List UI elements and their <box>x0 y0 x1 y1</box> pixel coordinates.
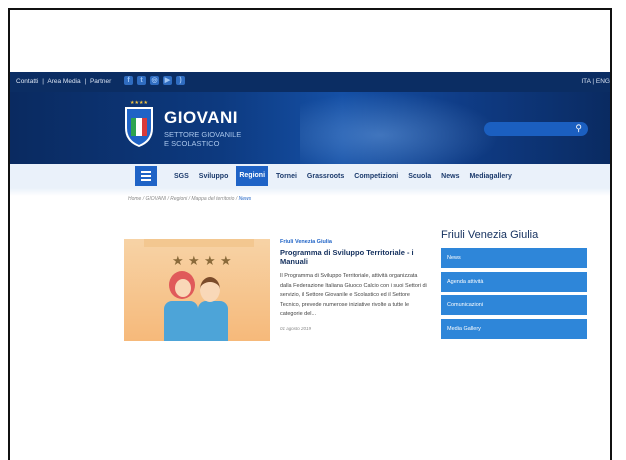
breadcrumb-current: News <box>238 196 252 202</box>
article-title[interactable]: Programma di Sviluppo Territoriale - i M… <box>280 248 430 266</box>
nav-item-mediagallery[interactable]: Mediagallery <box>467 173 513 180</box>
figc-shield-logo[interactable]: ★★★★ <box>122 98 156 148</box>
subtitle-line-1: SETTORE GIOVANILE <box>164 130 242 139</box>
utility-separator: | <box>42 78 44 85</box>
nav-item-tornei[interactable]: Tornei <box>274 173 299 180</box>
top-utility-bar: Contatti | Area Media | Partner f t ◎ ▶ … <box>10 72 610 92</box>
browser-frame: Contatti | Area Media | Partner f t ◎ ▶ … <box>8 8 612 460</box>
sidebar-item-media-gallery[interactable]: Media Gallery <box>441 318 587 339</box>
cartoon-child-body <box>164 301 198 341</box>
utility-separator: | <box>84 78 87 85</box>
star-icon: ★ <box>204 253 216 268</box>
cartoon-child-face <box>200 277 220 302</box>
twitter-icon[interactable]: t <box>137 76 146 85</box>
instagram-icon[interactable]: ◎ <box>150 76 159 85</box>
search-icon[interactable]: ⚲ <box>575 123 582 134</box>
article-date: 01 agosto 2019 <box>280 325 312 331</box>
star-icon: ★ <box>220 253 232 268</box>
search-input[interactable]: ⚲ <box>484 122 588 136</box>
subtitle-line-2: E SCOLASTICO <box>164 139 220 148</box>
article-region[interactable]: Friuli Venezia Giulia <box>280 239 430 245</box>
sidebar-item-news[interactable]: News <box>441 248 587 268</box>
nav-item-news[interactable]: News <box>439 173 461 180</box>
nav-item-scuola[interactable]: Scuola <box>406 173 433 180</box>
contatti-link[interactable]: Contatti <box>16 78 38 85</box>
youtube-icon[interactable]: ▶ <box>163 76 172 85</box>
nav-item-grassroots[interactable]: Grassroots <box>305 173 346 180</box>
article-excerpt: Il Programma di Sviluppo Territoriale, a… <box>280 273 427 317</box>
star-icon: ★ <box>188 253 200 268</box>
svg-text:★★★★: ★★★★ <box>130 100 148 106</box>
utility-links: Contatti | Area Media | Partner <box>16 78 113 85</box>
breadcrumb: Home / GIOVANI / Regioni / Mappa del ter… <box>128 196 251 202</box>
site-header: ★★★★ GIOVANI SETTORE GIOVANILE E SCOLAST… <box>10 92 610 164</box>
social-links: f t ◎ ▶ ) <box>124 76 185 85</box>
sidebar-item-comunicazioni[interactable]: Comunicazioni <box>441 295 587 315</box>
nav-item-regioni[interactable]: Regioni <box>236 166 269 186</box>
cartoon-child-body <box>198 301 228 341</box>
nav-items: SGS Sviluppo Regioni Tornei Grassroots C… <box>172 164 520 188</box>
site-title[interactable]: GIOVANI <box>164 108 238 128</box>
star-icon: ★ <box>172 253 184 268</box>
hamburger-menu-button[interactable] <box>135 166 157 186</box>
rss-icon[interactable]: ) <box>176 76 185 85</box>
cartoon-child-face <box>175 279 191 297</box>
area-media-link[interactable]: Area Media <box>47 78 80 85</box>
sidebar-title: Friuli Venezia Giulia <box>441 229 539 241</box>
nav-shadow <box>10 188 610 196</box>
site-subtitle: SETTORE GIOVANILE E SCOLASTICO <box>164 130 244 148</box>
header-background-photo <box>300 92 500 164</box>
main-nav: SGS Sviluppo Regioni Tornei Grassroots C… <box>10 164 610 188</box>
nav-item-sgs[interactable]: SGS <box>172 173 191 180</box>
thumbnail-banner <box>144 239 254 247</box>
nav-item-competizioni[interactable]: Competizioni <box>352 173 400 180</box>
language-switch[interactable]: ITA | ENG <box>581 78 610 85</box>
sidebar-item-agenda[interactable]: Agenda attività <box>441 271 587 292</box>
breadcrumb-path[interactable]: Home / GIOVANI / Regioni / Mappa del ter… <box>128 196 239 202</box>
article-thumbnail[interactable]: ★ ★ ★ ★ <box>124 239 270 341</box>
nav-item-sviluppo[interactable]: Sviluppo <box>197 173 231 180</box>
facebook-icon[interactable]: f <box>124 76 133 85</box>
sidebar-menu: News Agenda attività Comunicazioni Media… <box>441 248 587 342</box>
partner-link[interactable]: Partner <box>90 78 111 85</box>
article-card: Friuli Venezia Giulia Programma di Svilu… <box>280 239 430 331</box>
